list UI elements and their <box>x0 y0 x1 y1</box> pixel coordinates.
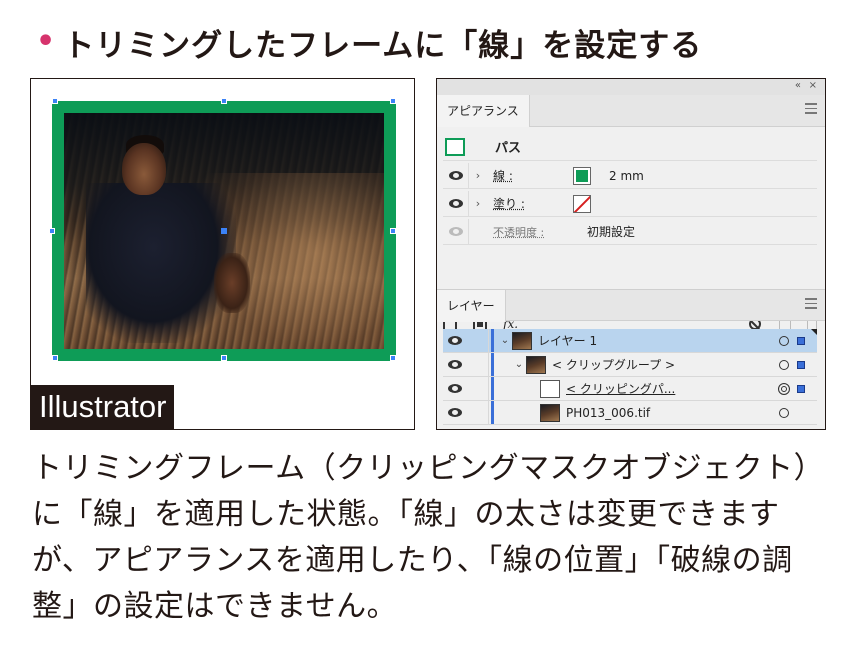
layer-visibility-toggle[interactable] <box>443 329 467 352</box>
selection-handle-bottom-left[interactable] <box>52 355 58 361</box>
heading-bullet: • <box>36 24 56 59</box>
layer-visibility-toggle[interactable] <box>443 401 467 424</box>
fill-label[interactable]: 塗り : <box>493 195 573 212</box>
selection-handle-middle-left[interactable] <box>49 228 55 234</box>
layer-thumbnail <box>512 331 532 350</box>
layer-lock-toggle[interactable] <box>467 353 489 376</box>
target-circle-icon[interactable] <box>779 360 789 370</box>
opacity-visibility-toggle[interactable] <box>443 219 469 244</box>
appearance-fill-row[interactable]: › 塗り : <box>443 191 817 217</box>
eye-icon <box>448 336 462 345</box>
current-layer-marker <box>811 329 817 335</box>
section-heading: • トリミングしたフレームに「線」を設定する <box>36 20 702 64</box>
stroke-weight-value[interactable]: 2 mm <box>609 169 644 183</box>
layer-color-bar <box>491 329 494 352</box>
layer-lock-toggle[interactable] <box>467 401 489 424</box>
appearance-opacity-row[interactable]: 不透明度 : 初期設定 <box>443 219 817 245</box>
path-thumbnail-icon <box>445 137 465 156</box>
image-thumbnail <box>540 403 560 422</box>
layer-name[interactable]: < クリップグループ > <box>552 356 675 373</box>
layer-name[interactable]: レイヤー 1 <box>538 332 597 349</box>
runner-head <box>122 143 166 195</box>
object-type-label: パス <box>495 141 522 156</box>
layer-lock-toggle[interactable] <box>467 377 489 400</box>
layer-row[interactable]: PH013_006.tif <box>443 401 817 425</box>
chevron-down-icon[interactable]: ⌄ <box>498 335 512 346</box>
layer-lock-toggle[interactable] <box>467 329 489 352</box>
stroke-label[interactable]: 線 : <box>493 167 573 184</box>
layer-visibility-toggle[interactable] <box>443 377 467 400</box>
selection-indicator[interactable] <box>797 337 805 345</box>
appearance-tabbar: アピアランス <box>437 95 825 127</box>
layers-tabbar: レイヤー <box>437 289 825 322</box>
artboard-panel: Illustrator <box>30 78 415 430</box>
selection-handle-middle-right[interactable] <box>390 228 396 234</box>
chevron-right-icon[interactable]: › <box>469 169 487 182</box>
layer-name[interactable]: PH013_006.tif <box>566 406 650 420</box>
panel-menu-icon[interactable] <box>805 298 817 310</box>
eye-icon <box>448 384 462 393</box>
layer-color-bar <box>491 377 494 400</box>
opacity-value: 初期設定 <box>587 225 636 239</box>
layer-name[interactable]: < クリッピングパ... <box>566 380 675 397</box>
chevron-down-icon[interactable]: ⌄ <box>512 359 526 370</box>
target-double-circle-icon[interactable] <box>778 383 790 395</box>
layer-row[interactable]: < クリッピングパ... <box>443 377 817 401</box>
selection-handle-bottom-center[interactable] <box>221 355 227 361</box>
appearance-stroke-row[interactable]: › 線 : 2 mm <box>443 163 817 189</box>
runner-arm <box>214 253 250 313</box>
fill-none-swatch[interactable] <box>573 194 591 213</box>
selection-handle-top-left[interactable] <box>52 98 58 104</box>
selection-indicator[interactable] <box>797 385 805 393</box>
eye-icon <box>448 227 463 236</box>
layer-row[interactable]: ⌄ レイヤー 1 <box>443 329 817 353</box>
runner-body <box>86 183 236 343</box>
tab-layers[interactable]: レイヤー <box>437 290 506 322</box>
collapse-panels-icon[interactable]: « <box>795 80 801 91</box>
layers-list: ⌄ レイヤー 1 ⌄ < クリップグループ > < クリッピングパ... PH0… <box>443 329 817 425</box>
illustrator-panels: « × アピアランス パス › 線 : 2 mm › 塗り : 不透明度 : 初… <box>436 78 826 430</box>
target-circle-icon[interactable] <box>779 408 789 418</box>
eye-icon <box>448 199 463 208</box>
figure-caption: トリミングフレーム（クリッピングマスクオブジェクト）に「線」を適用した状態。「線… <box>32 451 825 624</box>
stroke-color-swatch[interactable] <box>573 166 591 185</box>
tab-appearance[interactable]: アピアランス <box>437 95 530 127</box>
selection-indicator[interactable] <box>797 361 805 369</box>
layer-color-bar <box>491 353 494 376</box>
fill-visibility-toggle[interactable] <box>443 191 469 216</box>
eye-icon <box>448 408 462 417</box>
heading-text: トリミングしたフレームに「線」を設定する <box>63 27 703 64</box>
selection-handle-top-right[interactable] <box>390 98 396 104</box>
close-panel-icon[interactable]: × <box>809 80 817 91</box>
layer-visibility-toggle[interactable] <box>443 353 467 376</box>
center-point-marker <box>221 228 227 234</box>
appearance-object-row: パス <box>443 133 817 161</box>
layer-color-bar <box>491 401 494 424</box>
panel-topbar: « × <box>437 79 825 95</box>
selection-handle-bottom-right[interactable] <box>390 355 396 361</box>
opacity-label[interactable]: 不透明度 : <box>493 224 573 240</box>
group-thumbnail <box>526 355 546 374</box>
target-circle-icon[interactable] <box>779 336 789 346</box>
selection-handle-top-center[interactable] <box>221 98 227 104</box>
panel-menu-icon[interactable] <box>805 103 817 115</box>
eye-icon <box>448 171 463 180</box>
clipping-path-thumbnail <box>540 379 560 398</box>
layer-row[interactable]: ⌄ < クリップグループ > <box>443 353 817 377</box>
stroke-visibility-toggle[interactable] <box>443 163 469 188</box>
app-name-label: Illustrator <box>31 385 175 429</box>
eye-icon <box>448 360 462 369</box>
chevron-right-icon[interactable]: › <box>469 197 487 210</box>
